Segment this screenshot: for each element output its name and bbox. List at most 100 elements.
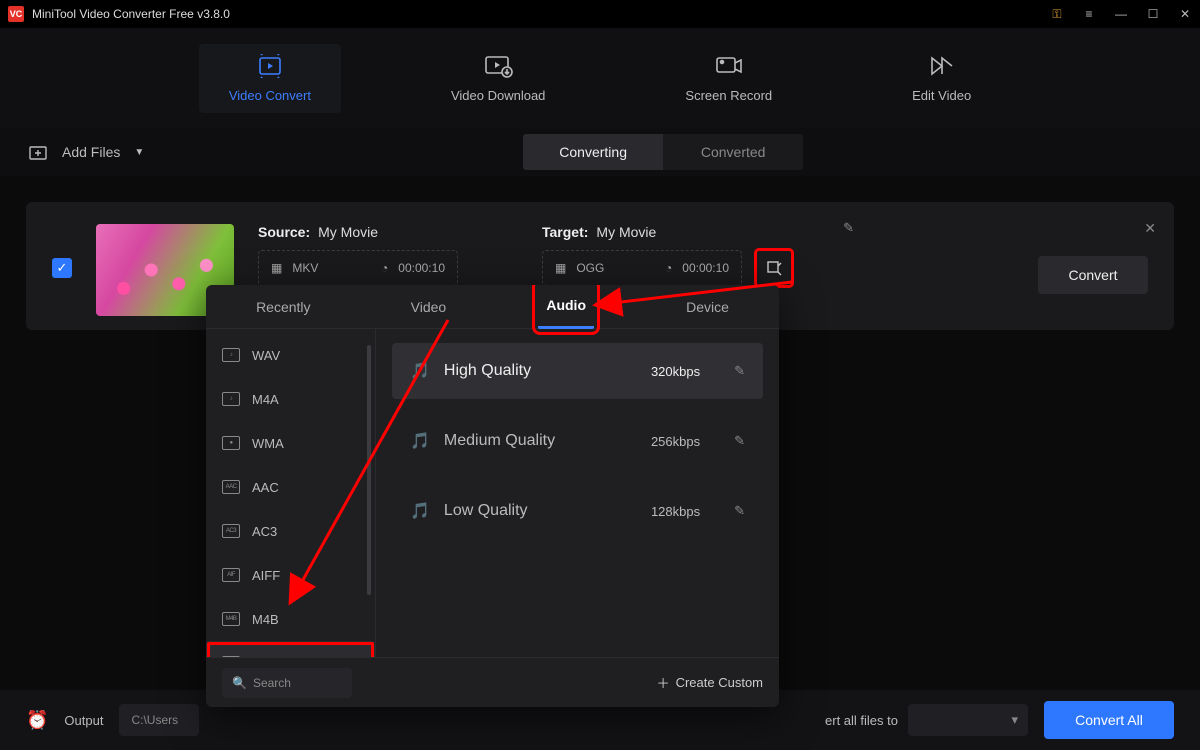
format-icon: ♪ (222, 392, 240, 406)
add-folder-icon (28, 142, 48, 162)
target-settings-button[interactable] (756, 250, 792, 286)
nav-video-convert[interactable]: Video Convert (199, 44, 341, 113)
key-icon[interactable]: ⚿ (1050, 7, 1064, 22)
quality-item-low[interactable]: 🎵 Low Quality 128kbps ✎ (392, 483, 763, 539)
format-icon: AAC (222, 480, 240, 494)
output-path-field[interactable]: C:\Users (119, 704, 199, 736)
clock-icon: ◔ (665, 261, 672, 275)
search-icon: 🔍 (232, 676, 247, 690)
target-column: Target: My Movie ▦ OGG ◔ 00:00:10 (542, 224, 792, 286)
add-files-button[interactable]: Add Files ▼ (28, 142, 144, 162)
quality-bitrate: 128kbps (651, 504, 700, 519)
tab-converting[interactable]: Converting (523, 134, 663, 170)
screen-record-icon (714, 54, 744, 78)
quality-edit-button[interactable]: ✎ (734, 363, 745, 379)
close-icon[interactable]: ✕ (1178, 7, 1192, 21)
schedule-icon[interactable]: ⏰ (26, 710, 48, 731)
format-icon: ● (222, 436, 240, 450)
format-item-wav[interactable]: ♪WAV (206, 333, 375, 377)
format-item-aac[interactable]: AACAAC (206, 465, 375, 509)
quality-name: Low Quality (444, 502, 528, 520)
title-bar: VC MiniTool Video Converter Free v3.8.0 … (0, 0, 1200, 28)
target-name: My Movie (596, 224, 656, 240)
format-item-m4b[interactable]: M4BM4B (206, 597, 375, 641)
source-format: MKV (292, 261, 326, 275)
menu-icon[interactable]: ≡ (1082, 7, 1096, 21)
video-convert-icon (255, 54, 285, 78)
source-label: Source: (258, 224, 310, 240)
nav-video-download[interactable]: Video Download (421, 44, 575, 113)
format-list[interactable]: ♪WAV ♪M4A ●WMA AACAAC AC3AC3 AIFAIFF M4B… (206, 329, 376, 657)
format-icon: AC3 (222, 524, 240, 538)
source-name: My Movie (318, 224, 378, 240)
clock-icon: ◔ (381, 261, 388, 275)
format-search-input[interactable]: 🔍 Search (222, 668, 352, 698)
music-note-icon: 🎵 (410, 501, 430, 521)
convert-all-format-select[interactable]: ▾ (908, 704, 1028, 736)
format-list-scrollbar[interactable] (367, 345, 371, 595)
source-column: Source: My Movie ▦ MKV ◔ 00:00:10 (258, 224, 458, 286)
main-nav: Video Convert Video Download Screen Reco… (0, 28, 1200, 128)
file-format-icon: ▦ (555, 261, 566, 275)
quality-edit-button[interactable]: ✎ (734, 503, 745, 519)
remove-file-button[interactable]: ✕ (1144, 220, 1156, 237)
format-icon: M4B (222, 612, 240, 626)
status-segment: Converting Converted (523, 134, 803, 170)
format-popup: Recently Video Audio Device ♪WAV ♪M4A ●W… (206, 285, 779, 707)
convert-all-button[interactable]: Convert All (1044, 701, 1174, 739)
convert-button[interactable]: Convert (1038, 256, 1148, 294)
popup-tab-recently[interactable]: Recently (248, 285, 318, 329)
nav-label: Video Convert (229, 88, 311, 103)
output-label: Output (64, 713, 103, 728)
format-item-m4a[interactable]: ♪M4A (206, 377, 375, 421)
quality-edit-button[interactable]: ✎ (734, 433, 745, 449)
nav-label: Edit Video (912, 88, 971, 103)
music-note-icon: 🎵 (410, 431, 430, 451)
format-item-ac3[interactable]: AC3AC3 (206, 509, 375, 553)
file-format-icon: ▦ (271, 261, 282, 275)
plus-icon: ＋ (657, 673, 670, 692)
settings-icon (766, 260, 782, 276)
format-item-aiff[interactable]: AIFAIFF (206, 553, 375, 597)
file-checkbox[interactable]: ✓ (52, 258, 72, 278)
chevron-down-icon: ▼ (134, 147, 144, 158)
convert-all-files-label: ert all files to (825, 713, 898, 728)
nav-edit-video[interactable]: Edit Video (882, 44, 1001, 113)
chevron-down-icon: ▾ (1011, 712, 1018, 728)
target-duration: 00:00:10 (682, 261, 729, 275)
edit-file-button[interactable]: ✎ (843, 220, 854, 236)
quality-bitrate: 320kbps (651, 364, 700, 379)
edit-video-icon (927, 54, 957, 78)
format-icon: ♪ (222, 348, 240, 362)
popup-tab-device[interactable]: Device (678, 285, 737, 329)
source-chip: ▦ MKV ◔ 00:00:10 (258, 250, 458, 286)
target-chip: ▦ OGG ◔ 00:00:10 (542, 250, 742, 286)
app-title: MiniTool Video Converter Free v3.8.0 (32, 7, 230, 21)
source-duration: 00:00:10 (398, 261, 445, 275)
create-custom-button[interactable]: ＋ Create Custom (657, 673, 763, 692)
search-placeholder: Search (253, 676, 291, 690)
tab-converted[interactable]: Converted (663, 134, 803, 170)
format-item-wma[interactable]: ●WMA (206, 421, 375, 465)
quality-bitrate: 256kbps (651, 434, 700, 449)
target-format: OGG (576, 261, 610, 275)
maximize-icon[interactable]: ☐ (1146, 7, 1160, 21)
app-logo: VC (8, 6, 24, 22)
quality-item-medium[interactable]: 🎵 Medium Quality 256kbps ✎ (392, 413, 763, 469)
quality-list: 🎵 High Quality 320kbps ✎ 🎵 Medium Qualit… (376, 329, 779, 657)
target-label: Target: (542, 224, 588, 240)
format-icon: AIF (222, 568, 240, 582)
nav-label: Video Download (451, 88, 545, 103)
music-note-icon: 🎵 (410, 361, 430, 381)
toolbar: Add Files ▼ Converting Converted (0, 128, 1200, 176)
popup-tab-audio[interactable]: Audio (538, 285, 594, 329)
nav-screen-record[interactable]: Screen Record (655, 44, 802, 113)
minimize-icon[interactable]: — (1114, 7, 1128, 21)
quality-name: High Quality (444, 362, 531, 380)
video-download-icon (483, 54, 513, 78)
format-item-ogg[interactable]: OGGOGG (206, 641, 375, 657)
nav-label: Screen Record (685, 88, 772, 103)
popup-tab-video[interactable]: Video (403, 285, 455, 329)
quality-name: Medium Quality (444, 432, 555, 450)
quality-item-high[interactable]: 🎵 High Quality 320kbps ✎ (392, 343, 763, 399)
